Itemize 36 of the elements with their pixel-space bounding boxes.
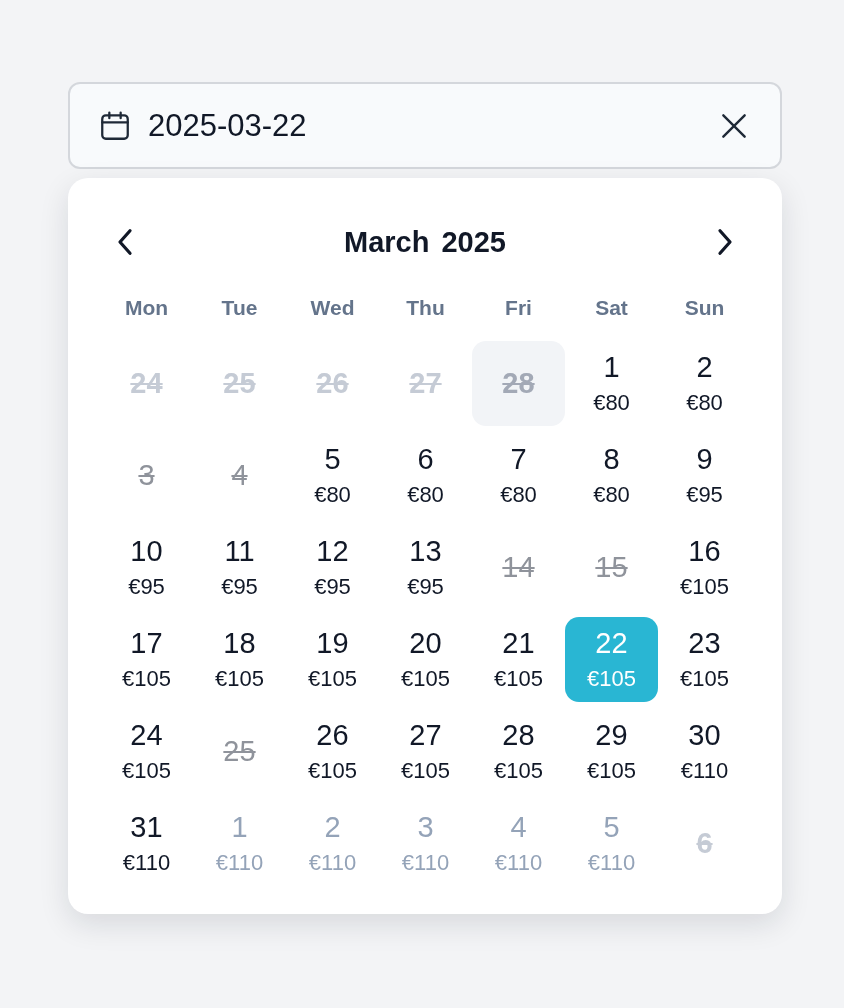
day-cell[interactable]: 8 €80 — [565, 433, 658, 518]
weekday-label: Wed — [309, 295, 356, 321]
day-cell[interactable]: 19 €105 — [286, 617, 379, 702]
weekday-label: Sat — [594, 295, 629, 321]
date-value: 2025-03-22 — [148, 107, 308, 144]
day-cell[interactable]: 11 €95 — [193, 525, 286, 610]
weekday-label: Mon — [123, 295, 170, 321]
day-cell[interactable]: 16 €105 — [658, 525, 751, 610]
day-cell[interactable]: 17 €105 — [100, 617, 193, 702]
date-field[interactable]: 2025-03-22 — [68, 82, 782, 169]
day-cell[interactable]: 1 €80 — [565, 341, 658, 426]
weekday-label: Tue — [220, 295, 259, 321]
day-cell[interactable]: 27 €105 — [379, 709, 472, 794]
day-cell[interactable]: 13 €95 — [379, 525, 472, 610]
day-cell[interactable]: 23 €105 — [658, 617, 751, 702]
day-cell[interactable]: 24 €105 — [100, 709, 193, 794]
day-cell[interactable]: 6 €80 — [379, 433, 472, 518]
weekday-label: Thu — [405, 295, 446, 321]
day-cell[interactable]: 5 €80 — [286, 433, 379, 518]
day-cell[interactable]: 29 €105 — [565, 709, 658, 794]
day-cell[interactable]: 18 €105 — [193, 617, 286, 702]
day-cell[interactable]: 7 €80 — [472, 433, 565, 518]
day-cell[interactable]: 10 €95 — [100, 525, 193, 610]
day-cell[interactable]: 28 €105 — [472, 709, 565, 794]
day-cell[interactable]: 9 €95 — [658, 433, 751, 518]
weekday-label: Sun — [683, 295, 726, 321]
day-cell[interactable]: 12 €95 — [286, 525, 379, 610]
calendar-icon — [98, 108, 132, 143]
day-cell[interactable]: 30 €110 — [658, 709, 751, 794]
month-title: March 2025 — [344, 225, 506, 259]
weekday-label: Fri — [504, 295, 533, 321]
day-cell[interactable]: 31 €110 — [100, 801, 193, 886]
day-cell[interactable]: 20 €105 — [379, 617, 472, 702]
day-cell[interactable]: 2 €80 — [658, 341, 751, 426]
day-cell[interactable]: 26 €105 — [286, 709, 379, 794]
day-cell[interactable]: 21 €105 — [472, 617, 565, 702]
